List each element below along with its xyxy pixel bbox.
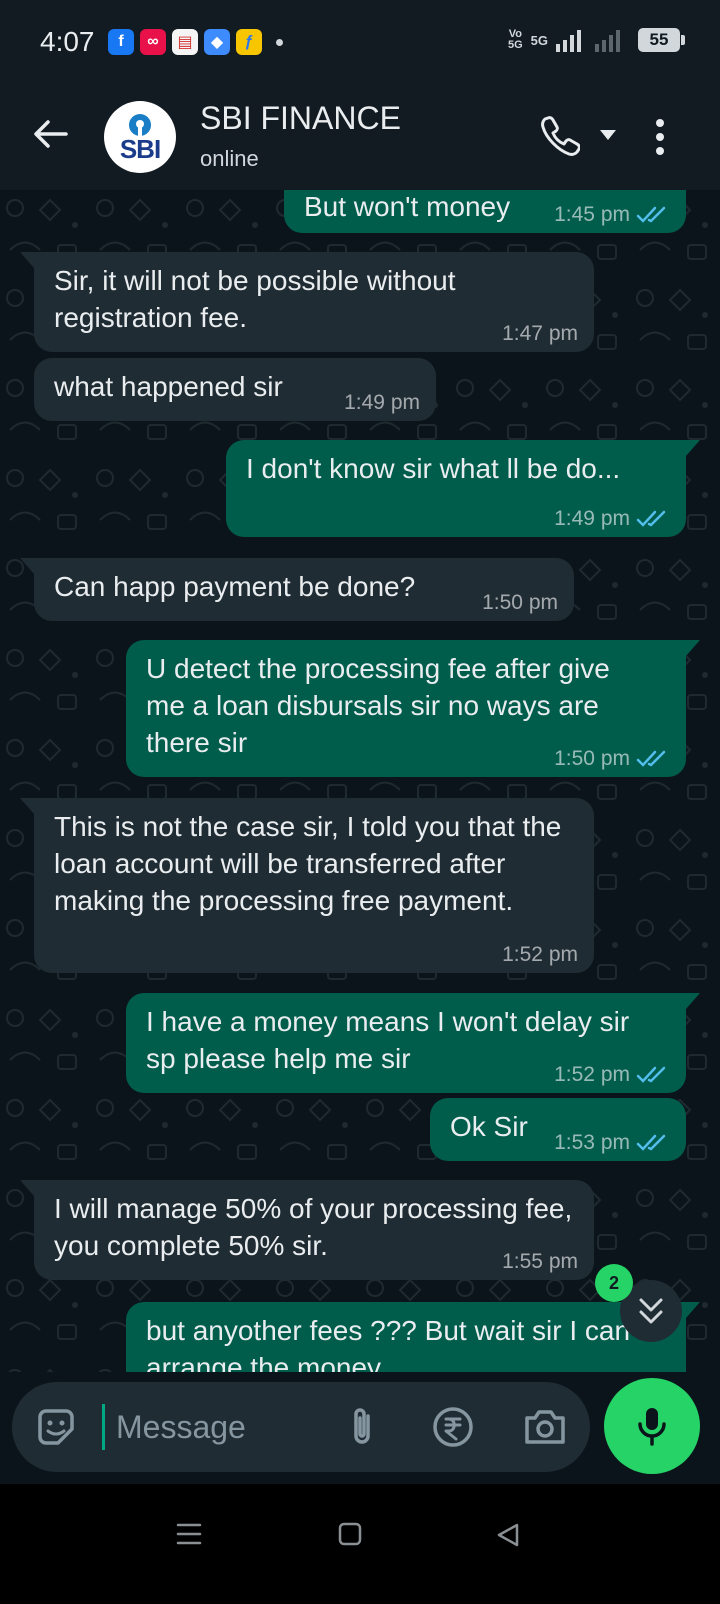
camera-button[interactable] — [522, 1406, 568, 1448]
rupee-icon — [433, 1407, 473, 1447]
message-incoming[interactable]: Can happ payment be done? 1:50 pm — [20, 558, 574, 621]
browser-icon: ◆ — [204, 29, 230, 55]
notification-icons: f ∞ ▤ ◆ ƒ — [108, 29, 283, 55]
attach-button[interactable] — [340, 1404, 384, 1450]
home-button[interactable] — [338, 1522, 362, 1551]
composer-bar — [0, 1372, 720, 1484]
message-meta: 1:53 pm — [554, 1131, 670, 1155]
back-arrow-icon — [34, 120, 68, 148]
volte-icon: Vo 5G — [507, 28, 523, 51]
facebook-icon: f — [108, 29, 134, 55]
network-type: 5G — [530, 32, 548, 48]
avatar[interactable]: SBI — [104, 101, 176, 173]
message-outgoing[interactable]: U detect the processing fee after give m… — [126, 640, 700, 777]
payment-button[interactable] — [430, 1404, 476, 1450]
message-incoming[interactable]: I will manage 50% of your processing fee… — [20, 1180, 594, 1280]
message-input[interactable] — [116, 1400, 336, 1454]
chevron-down-icon — [600, 130, 616, 140]
emoji-button[interactable] — [34, 1405, 78, 1449]
message-incoming[interactable]: Sir, it will not be possible without reg… — [20, 252, 594, 352]
message-meta: 1:49 pm — [344, 391, 420, 414]
message-meta: 1:50 pm — [554, 747, 670, 771]
voice-call-button[interactable] — [540, 114, 581, 161]
message-text: Sir, it will not be possible without reg… — [54, 265, 464, 333]
microphone-icon — [638, 1408, 666, 1446]
read-receipt-icon — [636, 1134, 666, 1151]
message-meta: 1:52 pm — [502, 943, 578, 966]
back-button[interactable] — [28, 112, 72, 156]
double-chevron-down-icon — [639, 1298, 663, 1324]
message-incoming[interactable]: what happened sir 1:49 pm — [34, 358, 436, 421]
triangle-back-icon — [497, 1523, 519, 1547]
sbi-logo-icon — [129, 114, 151, 136]
recents-button[interactable] — [176, 1522, 202, 1551]
phone-icon — [541, 116, 581, 156]
message-list[interactable]: But won't money 1:45 pm Sir, it will not… — [0, 190, 720, 1388]
read-receipt-icon — [636, 750, 666, 767]
message-text: This is not the case sir, I told you tha… — [54, 811, 570, 916]
read-receipt-icon — [636, 206, 666, 223]
camera-icon — [525, 1410, 565, 1444]
message-meta: 1:49 pm — [554, 507, 670, 531]
square-icon — [338, 1522, 362, 1546]
message-outgoing[interactable]: I have a money means I won't delay sir s… — [126, 993, 700, 1093]
flipkart-icon: ƒ — [236, 29, 262, 55]
message-meta: 1:55 pm — [502, 1250, 578, 1273]
message-text: Can happ payment be done? — [54, 571, 416, 602]
text-cursor — [102, 1404, 105, 1450]
sticker-icon — [38, 1409, 74, 1445]
paperclip-icon — [354, 1408, 370, 1444]
app-icon: ∞ — [140, 29, 166, 55]
message-text: U detect the processing fee after give m… — [146, 653, 618, 758]
menu-button[interactable] — [654, 118, 666, 161]
system-icons: Vo 5G 5G 55 — [507, 28, 685, 52]
battery-icon: 55 — [638, 28, 685, 52]
menu-lines-icon — [176, 1523, 202, 1545]
read-receipt-icon — [636, 510, 666, 527]
status-time: 4:07 — [40, 26, 95, 57]
message-meta: 1:50 pm — [482, 591, 558, 614]
call-options-dropdown[interactable] — [598, 128, 618, 147]
signal-icon — [556, 28, 581, 52]
voice-record-button[interactable] — [604, 1378, 700, 1474]
more-notifications-dot — [276, 38, 283, 46]
chat-header: SBI SBI FINANCE online — [0, 84, 720, 190]
read-receipt-icon — [636, 1066, 666, 1083]
composer-box — [12, 1382, 590, 1472]
status-bar: 4:07 f ∞ ▤ ◆ ƒ Vo 5G 5G 55 — [0, 0, 720, 84]
message-outgoing[interactable]: But won't money 1:45 pm — [284, 190, 686, 233]
message-incoming[interactable]: This is not the case sir, I told you tha… — [20, 798, 594, 973]
contact-status: online — [200, 146, 259, 171]
message-text: I don't know sir what ll be do... — [246, 453, 621, 484]
message-outgoing[interactable]: Ok Sir 1:53 pm — [430, 1098, 686, 1161]
unread-count-badge: 2 — [595, 1264, 633, 1302]
message-meta: 1:45 pm — [554, 203, 670, 227]
signal-sim2-icon — [595, 28, 620, 52]
message-outgoing[interactable]: I don't know sir what ll be do... 1:49 p… — [226, 440, 700, 537]
contact-name[interactable]: SBI FINANCE — [200, 100, 401, 137]
news-app-icon: ▤ — [172, 29, 198, 55]
back-nav-button[interactable] — [496, 1522, 520, 1553]
message-meta: 1:52 pm — [554, 1063, 670, 1087]
more-vertical-icon — [656, 119, 664, 155]
system-navigation-bar — [0, 1484, 720, 1604]
message-meta: 1:47 pm — [502, 322, 578, 345]
